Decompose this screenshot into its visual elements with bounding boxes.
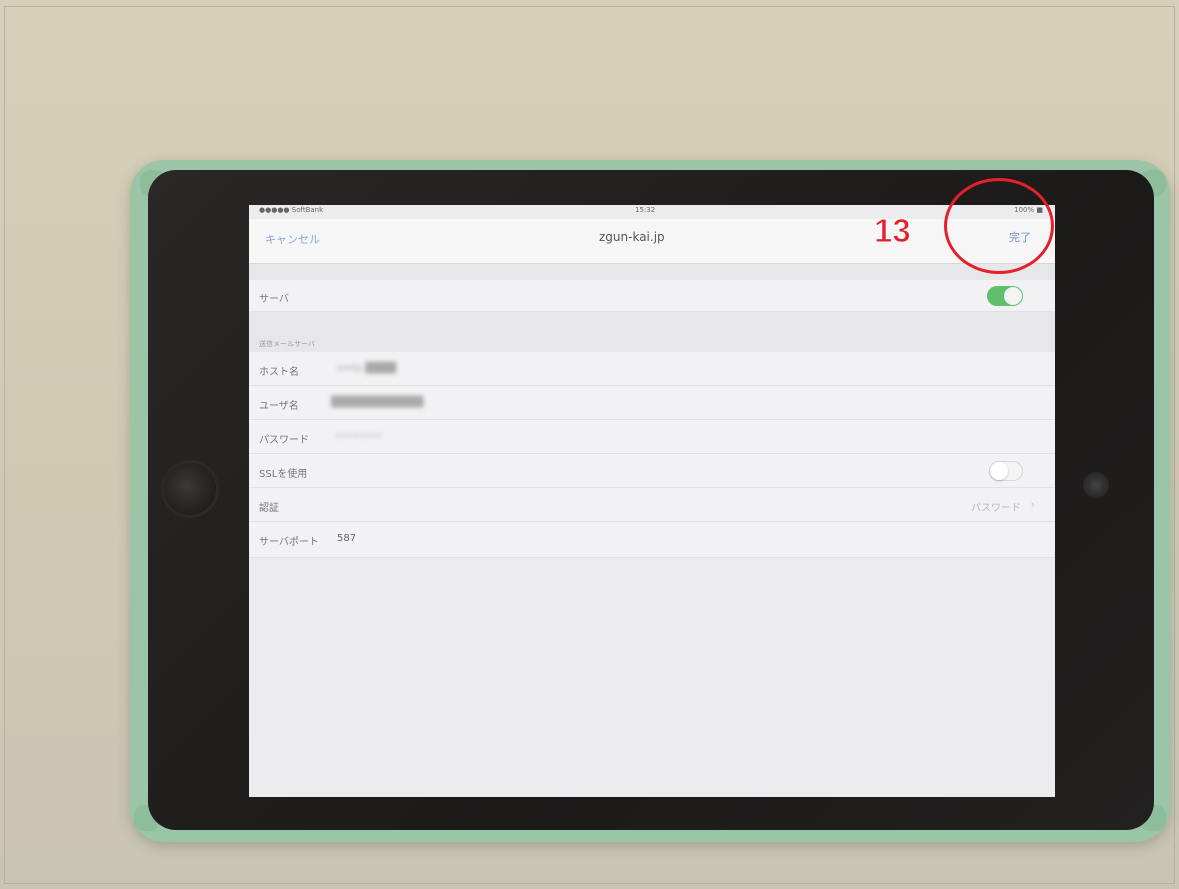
password-row[interactable]: パスワード •••••••• [249, 420, 1055, 454]
hostname-label: ホスト名 [259, 367, 299, 378]
username-label: ユーザ名 [259, 401, 299, 412]
ssl-toggle[interactable] [989, 461, 1023, 481]
username-value[interactable]: ████████████ [331, 397, 423, 408]
password-label: パスワード [259, 435, 309, 446]
ssl-row[interactable]: SSLを使用 [249, 454, 1055, 488]
group-separator [249, 312, 1055, 352]
ssl-label: SSLを使用 [259, 469, 308, 480]
server-toggle[interactable] [987, 286, 1023, 306]
port-value[interactable]: 587 [337, 533, 356, 544]
auth-value: パスワード [971, 503, 1021, 514]
auth-label: 認証 [259, 503, 279, 514]
auth-row[interactable]: 認証 パスワード › [249, 488, 1055, 522]
cancel-button[interactable]: キャンセル [265, 231, 320, 247]
port-row[interactable]: サーバポート 587 [249, 522, 1055, 558]
home-button[interactable] [161, 460, 219, 518]
chevron-right-icon: › [1030, 498, 1035, 511]
hostname-value[interactable]: smtp.████ [337, 363, 396, 374]
username-row[interactable]: ユーザ名 ████████████ [249, 386, 1055, 420]
camera-icon [1083, 472, 1109, 498]
status-time: 15:32 [635, 206, 656, 214]
server-row[interactable]: サーバ [249, 280, 1055, 312]
section-header: 送信メールサーバ [259, 340, 315, 348]
status-bar: ●●●●● SoftBank 15:32 100% ■ [249, 205, 1055, 219]
hostname-row[interactable]: ホスト名 smtp.████ [249, 352, 1055, 386]
highlight-circle [944, 178, 1054, 274]
ipad-screen: ●●●●● SoftBank 15:32 100% ■ キャンセル zgun-k… [249, 205, 1055, 797]
page-title: zgun-kai.jp [599, 230, 665, 244]
group-separator [249, 264, 1055, 280]
carrier-text: ●●●●● SoftBank [259, 206, 324, 214]
server-label: サーバ [259, 294, 289, 305]
port-label: サーバポート [259, 537, 319, 548]
step-number-label: 13 [874, 212, 912, 250]
nav-bar: キャンセル zgun-kai.jp 完了 [249, 219, 1055, 264]
password-value[interactable]: •••••••• [335, 431, 382, 442]
